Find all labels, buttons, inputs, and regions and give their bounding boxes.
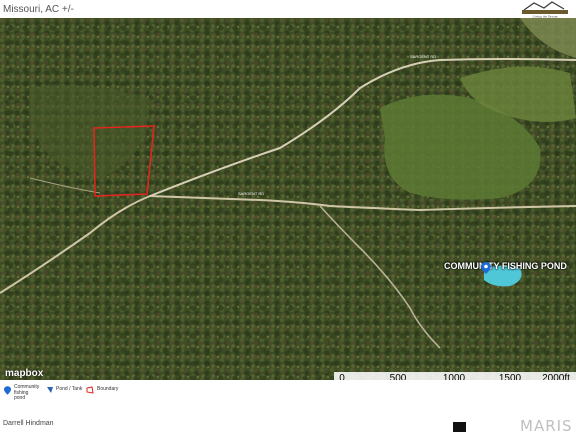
mapbox-attribution[interactable]: mapbox — [5, 368, 43, 379]
scale-label-2000: 2000ft — [542, 373, 570, 380]
header: Missouri, AC +/- Living the Dream — [0, 0, 576, 19]
pond-shape-icon — [47, 387, 53, 393]
legend-label: Community fishing pond — [14, 384, 40, 401]
legend: Community fishing pond Pond / Tank Bound… — [0, 382, 576, 402]
mls-logo-icon — [453, 422, 466, 432]
road-label: SARGENT RD — [410, 54, 437, 59]
scale-bar: 0 500 1000 1500 2000ft — [334, 372, 576, 380]
scale-label-1000: 1000 — [442, 373, 466, 380]
pond-label: COMMUNITY FISHING POND — [444, 261, 567, 271]
road-label: SARGENT RD — [238, 191, 265, 196]
boundary-shape-icon — [86, 386, 94, 394]
scale-label-500: 500 — [389, 373, 407, 380]
brokerage-logo: Living the Dream — [518, 0, 572, 19]
footer: Darrell Hindman MARIS — [0, 404, 576, 435]
legend-label: Pond / Tank — [56, 386, 83, 392]
map-pin-icon — [4, 386, 11, 395]
listing-title: Missouri, AC +/- — [3, 4, 74, 15]
aerial-map[interactable]: SARGENT RD SARGENT RD COMMUNITY FISHING … — [0, 18, 576, 380]
scale-label-1500: 1500 — [498, 373, 522, 380]
mls-brand: MARIS — [520, 417, 573, 435]
scale-label-0: 0 — [339, 373, 345, 380]
map-pin-icon[interactable] — [481, 262, 491, 274]
agent-name: Darrell Hindman — [3, 420, 54, 427]
legend-label: Boundary — [97, 386, 119, 392]
